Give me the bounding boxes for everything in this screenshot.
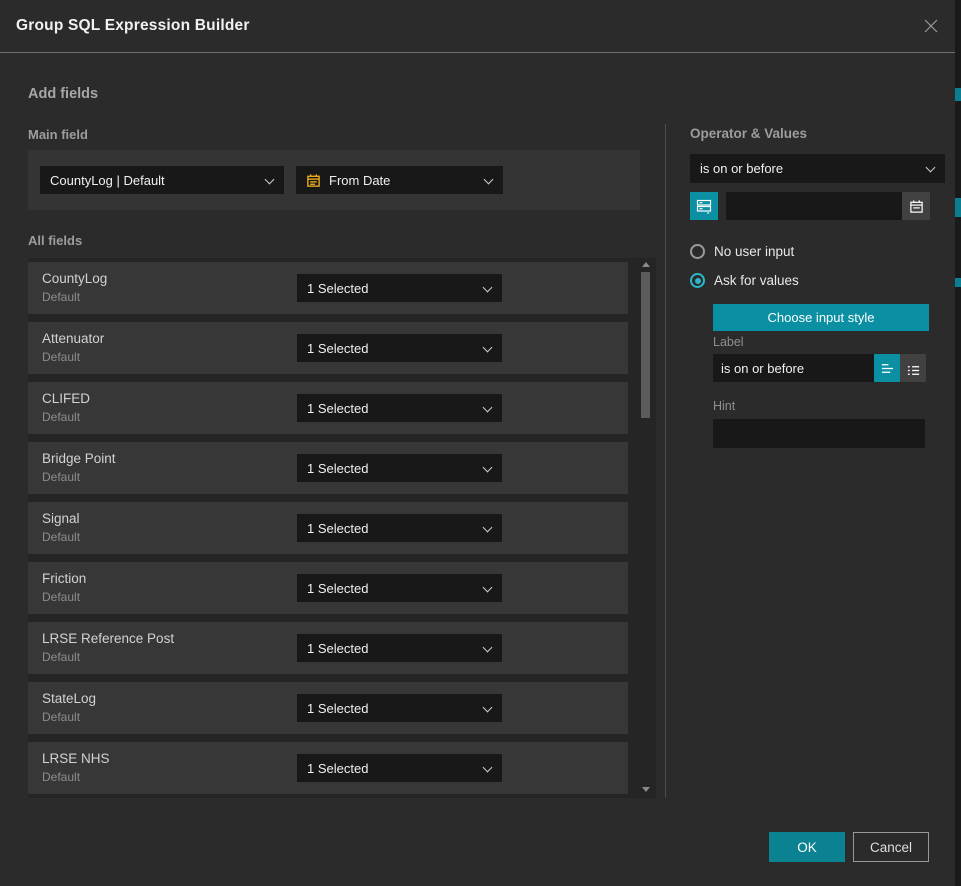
- scroll-down-arrow-icon[interactable]: [642, 787, 650, 792]
- close-button[interactable]: [919, 14, 943, 38]
- chevron-down-icon: [265, 176, 274, 185]
- field-values-select-value: 1 Selected: [307, 701, 368, 716]
- unique-values-icon: [696, 198, 712, 214]
- unique-values-button[interactable]: [690, 192, 718, 220]
- field-values-select-value: 1 Selected: [307, 521, 368, 536]
- label-caption: Label: [713, 335, 744, 349]
- input-style-text-button[interactable]: [874, 354, 900, 382]
- list-scrollbar: [641, 260, 651, 794]
- field-values-select[interactable]: 1 Selected: [297, 274, 502, 302]
- add-fields-heading: Add fields: [28, 86, 98, 102]
- all-fields-list: CountyLog Default 1 Selected Attenuator …: [28, 258, 656, 798]
- layer-select-value: CountyLog | Default: [50, 173, 165, 188]
- field-values-select-value: 1 Selected: [307, 401, 368, 416]
- dialog-title: Group SQL Expression Builder: [16, 17, 250, 35]
- field-values-select-value: 1 Selected: [307, 641, 368, 656]
- radio-selected-icon: [690, 273, 705, 288]
- field-row: LRSE NHS Default 1 Selected: [28, 742, 628, 794]
- field-values-select[interactable]: 1 Selected: [297, 394, 502, 422]
- chevron-down-icon: [484, 176, 493, 185]
- choose-input-style-button[interactable]: Choose input style: [713, 304, 929, 331]
- ok-button[interactable]: OK: [769, 832, 845, 862]
- label-input[interactable]: [713, 354, 874, 382]
- background-fragment: [955, 278, 961, 287]
- field-values-select[interactable]: 1 Selected: [297, 574, 502, 602]
- radio-no-user-input[interactable]: No user input: [690, 244, 794, 259]
- operator-select-value: is on or before: [700, 161, 783, 176]
- group-sql-expression-builder-dialog: Group SQL Expression Builder Add fields …: [0, 0, 955, 886]
- background-fragment: [955, 198, 961, 217]
- field-row: CountyLog Default 1 Selected: [28, 262, 628, 314]
- field-values-select[interactable]: 1 Selected: [297, 754, 502, 782]
- close-icon: [923, 18, 939, 34]
- field-values-select[interactable]: 1 Selected: [297, 694, 502, 722]
- field-row: CLIFED Default 1 Selected: [28, 382, 628, 434]
- scroll-up-arrow-icon[interactable]: [642, 262, 650, 267]
- align-left-icon: [880, 361, 895, 376]
- operator-values-heading: Operator & Values: [690, 126, 807, 141]
- field-select[interactable]: From Date: [296, 166, 503, 194]
- chevron-down-icon: [483, 704, 492, 713]
- field-select-value: From Date: [329, 173, 390, 188]
- radio-unselected-icon: [690, 244, 705, 259]
- chevron-down-icon: [483, 344, 492, 353]
- field-values-select-value: 1 Selected: [307, 341, 368, 356]
- background-fragment: [955, 88, 961, 101]
- main-field-label: Main field: [28, 127, 88, 142]
- radio-no-user-input-label: No user input: [714, 244, 794, 259]
- all-fields-label: All fields: [28, 233, 82, 248]
- field-row: Bridge Point Default 1 Selected: [28, 442, 628, 494]
- input-style-list-button[interactable]: [900, 354, 926, 382]
- bulleted-list-icon: [906, 363, 921, 378]
- chevron-down-icon: [483, 644, 492, 653]
- operator-select[interactable]: is on or before: [690, 154, 945, 183]
- field-values-select-value: 1 Selected: [307, 281, 368, 296]
- main-field-panel: CountyLog | Default From Date: [28, 150, 640, 210]
- date-picker-button[interactable]: [902, 192, 930, 220]
- field-row: Attenuator Default 1 Selected: [28, 322, 628, 374]
- field-values-select[interactable]: 1 Selected: [297, 634, 502, 662]
- scrollbar-thumb[interactable]: [641, 272, 650, 418]
- field-values-select-value: 1 Selected: [307, 581, 368, 596]
- value-input[interactable]: [726, 192, 902, 220]
- radio-ask-for-values-label: Ask for values: [714, 273, 799, 288]
- chevron-down-icon: [483, 404, 492, 413]
- field-values-select[interactable]: 1 Selected: [297, 454, 502, 482]
- chevron-down-icon: [483, 584, 492, 593]
- background-app-strip: [955, 0, 961, 886]
- field-row: StateLog Default 1 Selected: [28, 682, 628, 734]
- field-values-select[interactable]: 1 Selected: [297, 514, 502, 542]
- field-row: Signal Default 1 Selected: [28, 502, 628, 554]
- hint-input[interactable]: [713, 419, 925, 448]
- chevron-down-icon: [483, 284, 492, 293]
- calendar-icon: [909, 199, 924, 214]
- layer-select[interactable]: CountyLog | Default: [40, 166, 284, 194]
- dialog-header: Group SQL Expression Builder: [0, 0, 955, 53]
- chevron-down-icon: [483, 464, 492, 473]
- cancel-button[interactable]: Cancel: [853, 832, 929, 862]
- calendar-icon: [306, 173, 321, 188]
- chevron-down-icon: [926, 164, 935, 173]
- radio-ask-for-values[interactable]: Ask for values: [690, 273, 799, 288]
- chevron-down-icon: [483, 524, 492, 533]
- field-values-select-value: 1 Selected: [307, 761, 368, 776]
- field-values-select-value: 1 Selected: [307, 461, 368, 476]
- field-values-select[interactable]: 1 Selected: [297, 334, 502, 362]
- hint-caption: Hint: [713, 399, 735, 413]
- field-row: LRSE Reference Post Default 1 Selected: [28, 622, 628, 674]
- field-row: Friction Default 1 Selected: [28, 562, 628, 614]
- panel-divider: [665, 124, 666, 798]
- chevron-down-icon: [483, 764, 492, 773]
